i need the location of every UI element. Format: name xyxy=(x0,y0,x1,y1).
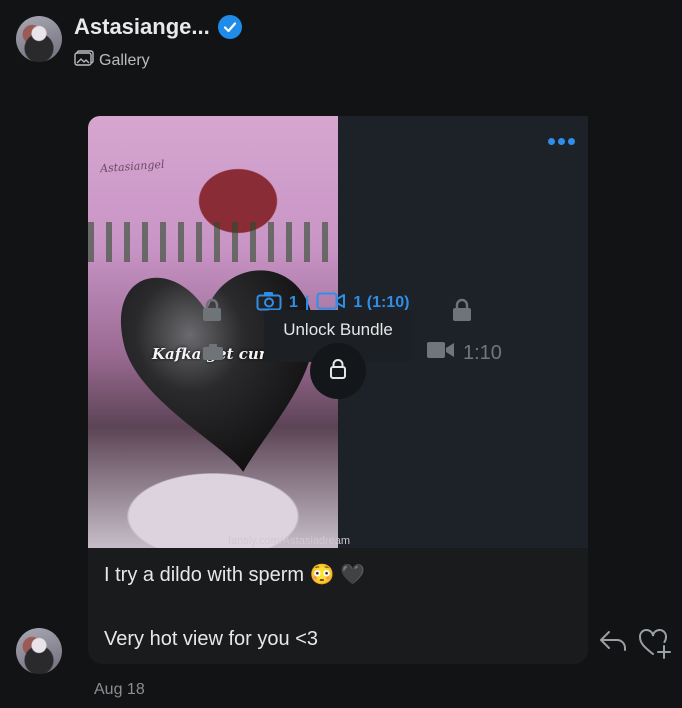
author-avatar[interactable] xyxy=(16,628,62,674)
video-camera-icon xyxy=(427,341,455,365)
unlock-bundle-label: Unlock Bundle xyxy=(283,320,393,339)
author-name[interactable]: Astasiange... xyxy=(74,14,210,40)
author-header: Astasiange... xyxy=(74,14,242,40)
gallery-label: Gallery xyxy=(99,51,150,69)
post-date: Aug 18 xyxy=(94,681,145,698)
camera-icon xyxy=(202,343,224,366)
unlock-lock-button[interactable] xyxy=(310,343,366,399)
more-options-icon[interactable] xyxy=(548,138,575,145)
verified-badge-icon xyxy=(217,15,242,39)
video-duration-badge: 1:10 xyxy=(427,341,502,365)
lock-icon xyxy=(452,298,472,327)
lock-icon xyxy=(329,358,347,385)
caption-line-1: I try a dildo with sperm 😳 🖤 xyxy=(104,564,365,586)
gallery-link[interactable]: Gallery xyxy=(74,50,150,71)
reply-icon[interactable] xyxy=(598,628,628,659)
heart-plus-icon[interactable] xyxy=(638,628,672,665)
gallery-icon xyxy=(74,50,94,71)
author-avatar[interactable] xyxy=(16,16,62,62)
watermark: fansly.com/Astasiadream xyxy=(228,535,351,547)
video-duration: 1:10 xyxy=(463,341,502,364)
caption-line-2: Very hot view for you <3 xyxy=(104,628,319,650)
lock-icon xyxy=(202,298,222,327)
